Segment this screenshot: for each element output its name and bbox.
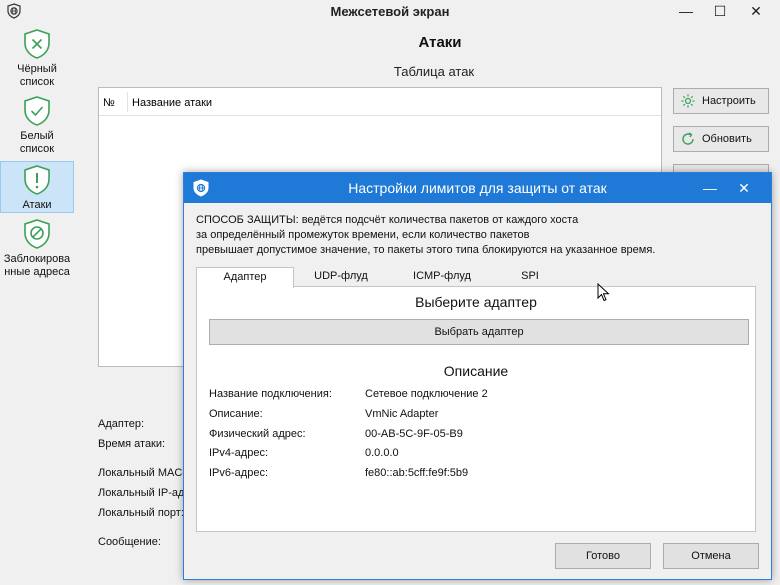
prop-mac-value: 00-AB-5C-9F-05-B9 [365,428,463,440]
mouse-cursor-icon [597,283,610,302]
prop-description-label: Описание: [209,408,263,420]
done-button[interactable]: Готово [555,543,651,569]
prop-ipv6-label: IPv6-адрес: [209,467,269,479]
nav-label: Атаки [22,199,52,211]
tab-adapter[interactable]: Адаптер [196,267,294,288]
prop-connection-name-label: Название подключения: [209,388,332,400]
description-title: Описание [443,363,509,379]
info-local-port: Локальный порт: [98,507,183,519]
nav-label: Чёрный [17,63,57,75]
configure-button[interactable]: Настроить [673,88,769,114]
prop-connection-name-value: Сетевое подключение 2 [365,388,488,400]
refresh-label: Обновить [702,133,752,145]
nav-label: нные адреса [4,266,70,278]
info-message: Сообщение: [98,536,161,548]
column-divider[interactable] [127,92,128,112]
refresh-button[interactable]: Обновить [673,126,769,152]
close-button[interactable]: ✕ [738,0,774,22]
column-attack-name[interactable]: Название атаки [132,97,212,109]
nav-item-attacks[interactable]: Атаки [0,161,74,213]
window-title: Межсетевой экран [330,4,450,19]
tab-spi[interactable]: SPI [496,267,564,287]
cancel-button[interactable]: Отмена [663,543,759,569]
adapter-panel: Выберите адаптер Выбрать адаптер Описани… [196,286,756,532]
protection-description: СПОСОБ ЗАЩИТЫ: ведётся подсчёт количеств… [196,213,756,258]
minimize-button[interactable]: — [668,0,704,22]
main-titlebar: Межсетевой экран — ☐ ✕ [0,0,780,22]
blocked-shield-icon [24,219,50,249]
table-caption: Таблица атак [393,64,475,79]
nav-item-blocked[interactable]: Заблокирова нные адреса [0,218,74,284]
nav-item-blacklist[interactable]: Чёрный список [0,28,74,94]
nav-label: Белый [20,130,54,142]
prop-ipv6-value: fe80::ab:5cff:fe9f:5b9 [365,467,469,479]
shield-exclamation-icon [24,165,50,195]
choose-adapter-title: Выберите адаптер [415,294,537,310]
nav-label: Заблокирова [3,253,71,265]
info-local-ip: Локальный IP-ад [98,487,183,499]
tab-icmp-flood[interactable]: ICMP-флуд [392,267,492,287]
select-adapter-button[interactable]: Выбрать адаптер [209,319,749,345]
description-label: СПОСОБ ЗАЩИТЫ: [196,214,299,226]
prop-ipv4-label: IPv4-адрес: [209,447,269,459]
dialog-titlebar[interactable]: Настройки лимитов для защиты от атак — ✕ [184,173,771,203]
configure-label: Настроить [702,95,756,107]
description-text: за определённый промежуток времени, если… [196,229,530,241]
shield-x-icon [24,29,50,59]
dialog-minimize-button[interactable]: — [700,178,720,198]
description-text: ведётся подсчёт количества пакетов от ка… [298,214,579,226]
table-header: № Название атаки [99,88,661,116]
info-attack-time: Время атаки: [98,438,166,450]
info-local-mac: Локальный MAC- [98,467,183,479]
column-number[interactable]: № [103,97,115,109]
info-adapter: Адаптер: [98,418,145,430]
shield-check-icon [24,96,50,126]
prop-mac-label: Физический адрес: [209,428,306,440]
dialog-close-button[interactable]: ✕ [734,178,754,198]
description-text: превышает допустимое значение, то пакеты… [196,244,656,256]
nav-item-whitelist[interactable]: Белый список [0,95,74,161]
page-title: Атаки [418,34,462,51]
dialog-title: Настройки лимитов для защиты от атак [348,180,607,196]
nav-label: список [19,76,55,88]
prop-description-value: VmNic Adapter [365,408,439,420]
prop-ipv4-value: 0.0.0.0 [365,447,399,459]
gear-icon [681,94,695,108]
refresh-icon [682,132,694,145]
tab-udp-flood[interactable]: UDP-флуд [296,267,386,287]
nav-label: список [19,143,55,155]
maximize-button[interactable]: ☐ [702,0,738,22]
limits-dialog: Настройки лимитов для защиты от атак — ✕… [183,172,772,580]
